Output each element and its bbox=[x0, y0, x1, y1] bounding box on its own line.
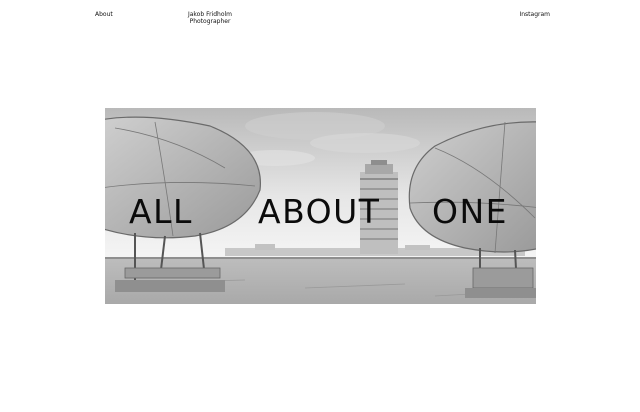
brand-role: Photographer bbox=[189, 18, 231, 25]
hero-banner[interactable]: ALL ABOUT ONE bbox=[105, 108, 536, 304]
instagram-link[interactable]: Instagram bbox=[519, 11, 550, 18]
page: About Jakob Fridholm Photographer Instag… bbox=[0, 0, 640, 412]
hero-title-word-1: ALL bbox=[129, 192, 193, 231]
hero-title: ALL ABOUT ONE bbox=[105, 192, 536, 232]
hero-title-word-2: ABOUT bbox=[258, 192, 381, 231]
site-brand[interactable]: Jakob Fridholm Photographer bbox=[183, 11, 237, 25]
about-link[interactable]: About bbox=[95, 11, 113, 18]
brand-name: Jakob Fridholm bbox=[187, 11, 233, 18]
hero-title-word-3: ONE bbox=[432, 192, 509, 231]
